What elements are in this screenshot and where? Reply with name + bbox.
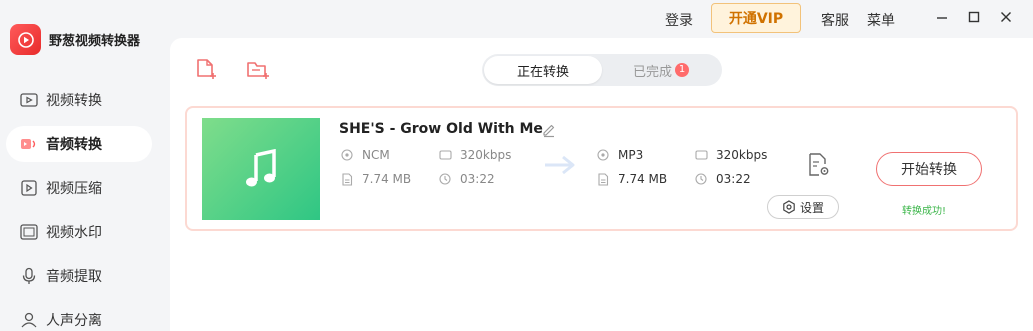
tab-converting[interactable]: 正在转换 [484, 56, 602, 84]
customer-service-link[interactable]: 客服 [821, 10, 849, 30]
audio-thumbnail [202, 118, 320, 220]
sidebar-item-video-compress[interactable]: 视频压缩 [6, 170, 152, 206]
menu-link[interactable]: 菜单 [867, 10, 895, 30]
video-convert-icon [18, 90, 40, 110]
sidebar-item-audio-extract[interactable]: 音频提取 [6, 258, 152, 294]
status-tabs: 正在转换 已完成 1 [482, 54, 722, 86]
music-note-icon [246, 149, 276, 187]
clock-icon [438, 172, 452, 186]
tab-completed[interactable]: 已完成 1 [602, 56, 720, 84]
task-title: SHE'S - Grow Old With Me [339, 121, 543, 137]
format-icon [596, 148, 610, 162]
sidebar-item-label: 音频提取 [46, 269, 102, 285]
source-format: NCM [340, 148, 390, 162]
task-card: SHE'S - Grow Old With Me NCM 320kbps 7.7… [185, 106, 1018, 231]
clock-icon [694, 172, 708, 186]
sidebar-item-voice-separate[interactable]: 人声分离 [6, 302, 152, 331]
add-file-icon[interactable] [194, 58, 218, 82]
audio-convert-icon [18, 134, 40, 154]
brand: 野葱视频转换器 [10, 24, 140, 55]
sidebar-nav: 视频转换 音频转换 视频压缩 视频水印 音频提取 人声分离 [6, 82, 152, 331]
status-text: 转换成功! [902, 206, 947, 217]
login-link[interactable]: 登录 [665, 10, 693, 30]
add-folder-icon[interactable] [246, 58, 270, 82]
edit-icon[interactable] [541, 122, 557, 138]
video-watermark-icon [18, 222, 40, 242]
gear-icon [782, 200, 796, 214]
format-icon [340, 148, 354, 162]
voice-separate-icon [18, 310, 40, 330]
start-convert-button[interactable]: 开始转换 [876, 152, 982, 186]
app-logo-icon [10, 24, 41, 55]
settings-button[interactable]: 设置 [767, 195, 839, 219]
file-size-icon [340, 172, 354, 186]
sidebar-item-label: 视频转换 [46, 93, 102, 109]
completed-count-badge: 1 [675, 63, 689, 77]
target-size: 7.74 MB [596, 172, 667, 186]
target-duration: 03:22 [694, 172, 751, 186]
source-bitrate: 320kbps [438, 148, 511, 162]
sidebar-item-video-watermark[interactable]: 视频水印 [6, 214, 152, 250]
maximize-icon[interactable] [966, 9, 982, 25]
bitrate-icon [438, 148, 452, 162]
minimize-icon[interactable] [934, 9, 950, 25]
source-size: 7.74 MB [340, 172, 411, 186]
app-name: 野葱视频转换器 [49, 34, 141, 49]
video-compress-icon [18, 178, 40, 198]
source-duration: 03:22 [438, 172, 495, 186]
arrow-right-icon [543, 153, 577, 177]
sidebar-item-label: 音频转换 [46, 137, 102, 153]
sidebar-item-label: 视频水印 [46, 225, 102, 241]
sidebar-item-label: 人声分离 [46, 313, 102, 329]
target-format: MP3 [596, 148, 643, 162]
close-icon[interactable] [998, 9, 1014, 25]
sidebar: 野葱视频转换器 视频转换 音频转换 视频压缩 视频水印 音频提取 人声分离 [0, 0, 170, 331]
bitrate-icon [694, 148, 708, 162]
sidebar-item-video-convert[interactable]: 视频转换 [6, 82, 152, 118]
file-size-icon [596, 172, 610, 186]
vip-button[interactable]: 开通VIP [711, 3, 801, 33]
output-settings-icon[interactable] [807, 152, 831, 178]
settings-label: 设置 [799, 200, 824, 215]
sidebar-item-label: 视频压缩 [46, 181, 102, 197]
sidebar-item-audio-convert[interactable]: 音频转换 [6, 126, 152, 162]
target-bitrate: 320kbps [694, 148, 767, 162]
tab-completed-label: 已完成 [632, 64, 672, 80]
mic-icon [18, 266, 40, 286]
